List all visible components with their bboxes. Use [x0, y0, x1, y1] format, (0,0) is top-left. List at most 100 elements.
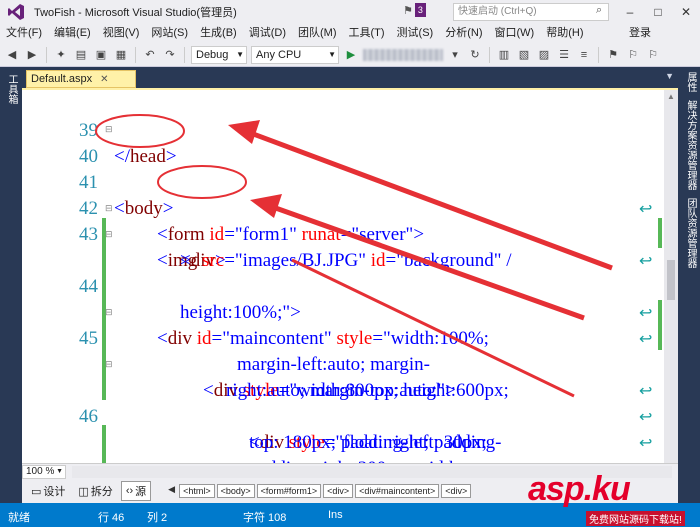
design-view-button[interactable]: ▭ 设计	[26, 481, 70, 501]
chevron-left-icon[interactable]: ◀	[166, 484, 177, 498]
split-view-button[interactable]: ◫ 拆分	[73, 481, 117, 501]
bookmark-prev-icon[interactable]: ⚐	[625, 47, 641, 63]
menu-edit[interactable]: 编辑(E)	[48, 24, 97, 43]
watermark-subtitle: 免费网站源码下载站!	[586, 511, 685, 526]
breadcrumb-item[interactable]: <div#maincontent>	[355, 484, 440, 498]
solution-explorer-tab[interactable]: 解决方案资源管理器	[683, 100, 698, 190]
split-icon: ◫	[78, 485, 89, 498]
menu-test[interactable]: 测试(S)	[391, 24, 440, 43]
bookmark-next-icon[interactable]: ⚐	[645, 47, 661, 63]
save-all-icon[interactable]: ▦	[113, 47, 129, 63]
watermark-brand: asp.ku	[528, 470, 631, 508]
site-watermark: asp.ku 免费网站源码下载站!	[528, 470, 700, 527]
source-view-button[interactable]: ‹› 源	[120, 481, 152, 501]
forward-icon[interactable]: ▶	[24, 47, 40, 63]
maximize-icon[interactable]: □	[644, 0, 672, 24]
breadcrumb-item[interactable]: <html>	[179, 484, 215, 498]
document-tab-label: Default.aspx	[31, 73, 93, 85]
undo-icon[interactable]: ↶	[142, 47, 158, 63]
annotation-arrow-div	[269, 203, 585, 321]
platform-select[interactable]: Any CPU ▼	[251, 45, 339, 64]
right-panel-strip: 属性 解决方案资源管理器 团队资源管理器	[678, 68, 700, 478]
breadcrumb-item[interactable]: <div>	[441, 484, 472, 498]
breadcrumb-item[interactable]: <form#form1>	[256, 484, 322, 498]
team-explorer-tab[interactable]: 团队资源管理器	[683, 198, 698, 268]
window-title: TwoFish - Microsoft Visual Studio(管理员)	[34, 7, 237, 19]
menu-build[interactable]: 生成(B)	[194, 24, 243, 43]
menu-help[interactable]: 帮助(H)	[540, 24, 589, 43]
design-label: 设计	[43, 486, 66, 498]
annotation-overlay	[95, 114, 613, 398]
annotation-arrowhead	[228, 120, 260, 144]
chevron-down-icon[interactable]: ▾	[447, 47, 463, 63]
new-project-icon[interactable]: ✦	[53, 47, 69, 63]
separator	[489, 46, 490, 63]
zoom-value: 100 %	[26, 465, 55, 477]
toolbar: ◀ ▶ ✦ ▤ ▣ ▦ ↶ ↷ Debug ▼ Any CPU ▼ ▶ ▾ ↻ ▥ …	[0, 43, 700, 67]
source-icon: ‹›	[125, 485, 134, 497]
chevron-down-icon: ▼	[56, 467, 63, 475]
code-editor[interactable]: 39 </head> 40 ⊟ <body> 41 ⊟ <form id="fo…	[22, 88, 678, 463]
close-icon[interactable]: ✕	[100, 74, 108, 85]
breadcrumb-item[interactable]: <body>	[216, 484, 255, 498]
configuration-value: Debug	[196, 48, 229, 61]
menu-analyze[interactable]: 分析(N)	[439, 24, 488, 43]
toolbox-tab[interactable]: 工具箱	[4, 74, 19, 104]
chevron-down-icon[interactable]: ▼	[665, 71, 674, 81]
scrollbar-thumb[interactable]	[667, 260, 675, 300]
document-tab-row: Default.aspx ✕ ▼	[22, 68, 678, 88]
document-tab[interactable]: Default.aspx ✕	[26, 70, 136, 88]
blurred-browser-select[interactable]	[363, 48, 443, 61]
status-line: 行 46	[98, 512, 125, 524]
save-icon[interactable]: ▣	[93, 47, 109, 63]
close-icon[interactable]: ✕	[672, 0, 700, 24]
source-label: 源	[135, 486, 147, 498]
minimize-icon[interactable]: –	[616, 0, 644, 24]
status-char: 字符 108	[243, 512, 287, 524]
split-label: 拆分	[90, 486, 113, 498]
back-icon[interactable]: ◀	[4, 47, 20, 63]
scroll-up-icon[interactable]: ▲	[667, 92, 675, 101]
annotation-circle-body	[95, 114, 185, 148]
vertical-scrollbar[interactable]: ▲	[664, 90, 678, 463]
menu-team[interactable]: 团队(M)	[292, 24, 343, 43]
visual-studio-logo-icon	[6, 2, 26, 22]
flag-icon: ⚑	[403, 4, 413, 17]
configuration-select[interactable]: Debug ▼	[191, 45, 247, 64]
status-ready: 就绪	[8, 512, 30, 524]
annotation-circle-div	[157, 165, 247, 199]
redo-icon[interactable]: ↷	[162, 47, 178, 63]
status-mode: Ins	[328, 509, 343, 521]
notification-badge: 3	[414, 3, 426, 17]
toolbar-button-icon[interactable]: ≡	[576, 47, 592, 63]
refresh-icon[interactable]: ↻	[467, 47, 483, 63]
breadcrumb-item[interactable]: <div>	[323, 484, 354, 498]
title-bar: TwoFish - Microsoft Visual Studio(管理员) ⚑…	[0, 0, 700, 24]
chevron-down-icon: ▼	[236, 49, 244, 59]
start-icon[interactable]: ▶	[343, 47, 359, 63]
toolbar-button-icon[interactable]: ☰	[556, 47, 572, 63]
properties-tab[interactable]: 属性	[683, 72, 698, 92]
quick-launch-input[interactable]: 快速启动 (Ctrl+Q)	[453, 3, 609, 21]
menu-view[interactable]: 视图(V)	[97, 24, 146, 43]
toolbar-button-icon[interactable]: ▧	[516, 47, 532, 63]
bookmark-icon[interactable]: ⚑	[605, 47, 621, 63]
separator	[598, 46, 599, 63]
menu-file[interactable]: 文件(F)	[0, 24, 48, 43]
signin-link[interactable]: 登录	[629, 24, 651, 43]
toolbar-button-icon[interactable]: ▥	[496, 47, 512, 63]
menu-window[interactable]: 窗口(W)	[489, 24, 541, 43]
menu-website[interactable]: 网站(S)	[145, 24, 194, 43]
separator	[184, 46, 185, 63]
open-icon[interactable]: ▤	[73, 47, 89, 63]
annotation-arrowhead	[250, 194, 282, 218]
left-panel-strip: 工具箱	[0, 68, 22, 478]
toolbar-button-icon[interactable]: ▨	[536, 47, 552, 63]
zoom-select[interactable]: 100 % ▼	[22, 464, 66, 479]
menu-bar: 文件(F) 编辑(E) 视图(V) 网站(S) 生成(B) 调试(D) 团队(M…	[0, 24, 700, 43]
search-icon[interactable]: ⌕	[596, 4, 602, 17]
menu-tools[interactable]: 工具(T)	[343, 24, 391, 43]
notifications[interactable]: ⚑ 3	[403, 3, 426, 17]
breadcrumb: ◀ <html> <body> <form#form1> <div> <div#…	[166, 484, 472, 498]
menu-debug[interactable]: 调试(D)	[243, 24, 292, 43]
